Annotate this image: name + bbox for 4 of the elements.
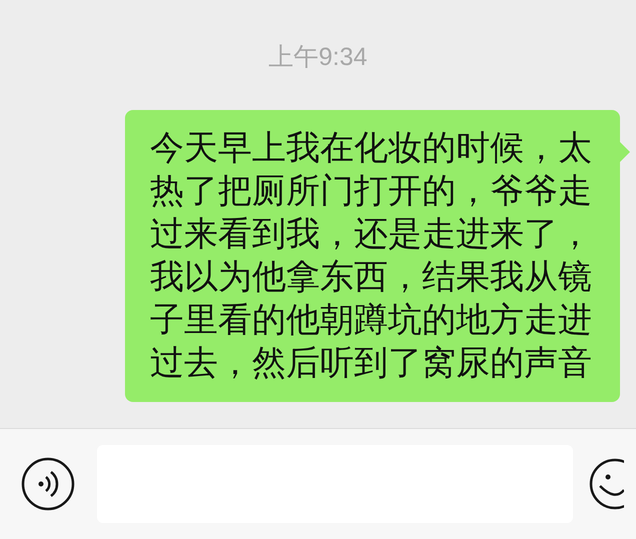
message-text: 今天早上我在化妆的时候，太热了把厕所门打开的，爷爷走过来看到我，还是走进来了，我以为他拿东西，结果我从镜子里看的他朝蹲坑的地方走进过去，然后听到了窝尿的声音: [150, 127, 593, 385]
timestamp: 上午9:34: [268, 42, 368, 73]
voice-icon[interactable]: [21, 457, 75, 511]
emoji-icon[interactable]: [588, 457, 624, 511]
